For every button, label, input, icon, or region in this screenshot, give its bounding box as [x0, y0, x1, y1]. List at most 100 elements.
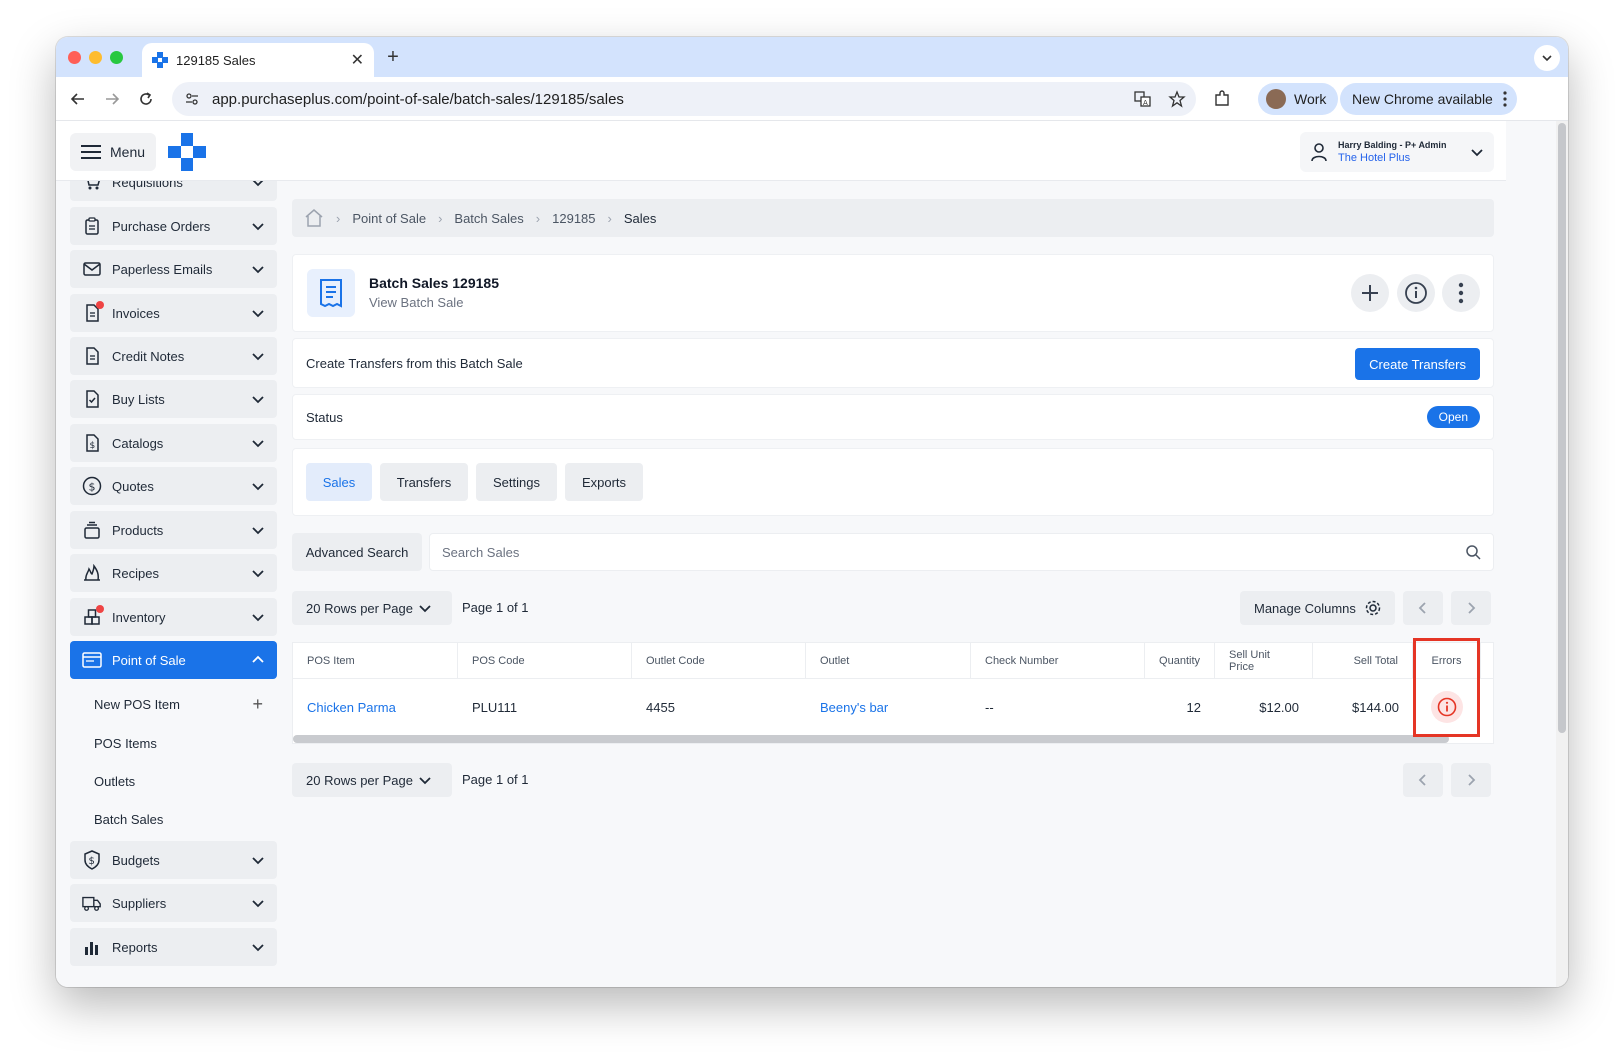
reload-icon	[140, 92, 152, 105]
sidebar-item-reports[interactable]: Reports	[70, 928, 277, 966]
sidebar-item-products[interactable]: Products	[70, 511, 277, 549]
tab-settings[interactable]: Settings	[476, 463, 557, 501]
sidebar-item-purchase-orders[interactable]: Purchase Orders	[70, 207, 277, 245]
plus-icon[interactable]: +	[252, 694, 263, 715]
purchaseplus-favicon-icon	[152, 52, 168, 68]
tab-exports[interactable]: Exports	[565, 463, 643, 501]
pos-item-link[interactable]: Chicken Parma	[307, 700, 396, 715]
status-badge: Open	[1426, 406, 1480, 428]
back-button[interactable]	[66, 87, 90, 111]
site-settings-icon[interactable]	[184, 91, 200, 107]
purchaseplus-logo-icon[interactable]	[168, 133, 206, 171]
column-header-outlet-code[interactable]: Outlet Code	[632, 643, 806, 679]
add-button[interactable]	[1351, 274, 1389, 312]
sidebar-item-budgets[interactable]: $ Budgets	[70, 841, 277, 879]
previous-page-button-bottom[interactable]	[1403, 763, 1443, 797]
rows-per-page-select[interactable]: 20 Rows per Page	[292, 591, 452, 625]
pos-icon	[82, 650, 102, 670]
breadcrumb-batch-id[interactable]: 129185	[552, 211, 595, 226]
manage-columns-label: Manage Columns	[1254, 600, 1356, 616]
browser-tab[interactable]: 129185 Sales ✕	[142, 43, 374, 77]
tab-strip: 129185 Sales ✕ +	[56, 37, 1568, 77]
chevron-down-icon	[252, 353, 264, 361]
sidebar-item-buy-lists[interactable]: Buy Lists	[70, 380, 277, 418]
chrome-update-button[interactable]: New Chrome available	[1340, 83, 1517, 115]
sidebar-item-requisitions[interactable]: Requisitions	[70, 181, 277, 201]
close-window-button[interactable]	[68, 51, 81, 64]
rows-per-page-select-bottom[interactable]: 20 Rows per Page	[292, 763, 452, 797]
sidebar-subitem-label: Outlets	[94, 773, 136, 789]
page-title: Batch Sales 129185	[369, 275, 499, 291]
column-header-outlet[interactable]: Outlet	[806, 643, 971, 679]
sidebar-subitem-pos-items[interactable]: POS Items	[94, 727, 277, 759]
extensions-button[interactable]	[1210, 87, 1234, 111]
user-icon	[1311, 143, 1327, 162]
breadcrumb-batch-sales[interactable]: Batch Sales	[454, 211, 523, 226]
sidebar-subitem-outlets[interactable]: Outlets	[94, 765, 277, 797]
pos-code-cell: PLU111	[472, 699, 518, 715]
sidebar-item-credit-notes[interactable]: Credit Notes	[70, 337, 277, 375]
next-page-button-bottom[interactable]	[1451, 763, 1491, 797]
chevron-down-icon	[252, 944, 264, 952]
info-icon	[1405, 282, 1427, 304]
forward-button[interactable]	[100, 87, 124, 111]
sidebar-subitem-batch-sales[interactable]: Batch Sales	[94, 803, 277, 835]
sidebar-item-label: Suppliers	[112, 895, 167, 911]
tab-sales[interactable]: Sales	[306, 463, 372, 501]
table-horizontal-scrollbar[interactable]	[293, 735, 1449, 743]
info-button[interactable]	[1397, 274, 1435, 312]
previous-page-button[interactable]	[1403, 591, 1443, 625]
column-header-pos-code[interactable]: POS Code	[458, 643, 632, 679]
tab-search-button[interactable]	[1534, 45, 1560, 71]
search-icon[interactable]	[1465, 544, 1481, 560]
arrow-left-icon	[70, 93, 84, 105]
outlet-code-cell: 4455	[646, 699, 675, 715]
outlet-link[interactable]: Beeny's bar	[820, 700, 888, 715]
menu-button[interactable]: Menu	[70, 133, 156, 171]
translate-icon[interactable]: A	[1134, 90, 1152, 108]
tab-close-icon[interactable]: ✕	[351, 50, 364, 70]
sidebar-subitem-new-pos-item[interactable]: New POS Item +	[94, 688, 277, 720]
sidebar-item-label: Invoices	[112, 305, 160, 321]
sidebar-item-invoices[interactable]: Invoices	[70, 294, 277, 332]
next-page-button[interactable]	[1451, 591, 1491, 625]
maximize-window-button[interactable]	[110, 51, 123, 64]
menu-label: Menu	[110, 144, 146, 160]
checklist-icon	[82, 389, 102, 409]
new-tab-icon[interactable]: +	[382, 46, 404, 69]
sidebar-item-label: Reports	[112, 939, 158, 955]
profile-button[interactable]: Work	[1258, 83, 1339, 115]
column-header-pos-item[interactable]: POS Item	[293, 643, 458, 679]
sidebar-item-recipes[interactable]: Recipes	[70, 554, 277, 592]
error-info-button[interactable]	[1431, 691, 1463, 723]
sidebar-item-paperless-emails[interactable]: Paperless Emails	[70, 250, 277, 288]
home-icon[interactable]	[304, 208, 324, 228]
sidebar-item-label: Inventory	[112, 609, 166, 625]
sidebar-item-catalogs[interactable]: $ Catalogs	[70, 424, 277, 462]
more-options-button[interactable]	[1442, 274, 1480, 312]
reload-button[interactable]	[134, 87, 158, 111]
breadcrumb-point-of-sale[interactable]: Point of Sale	[352, 211, 426, 226]
page-scrollbar[interactable]	[1558, 123, 1566, 733]
column-header-quantity[interactable]: Quantity	[1145, 643, 1215, 679]
sidebar-item-suppliers[interactable]: Suppliers	[70, 884, 277, 922]
sidebar-item-inventory[interactable]: Inventory	[70, 598, 277, 636]
user-menu[interactable]: Harry Balding - P+ Admin The Hotel Plus	[1300, 132, 1494, 172]
chevron-down-icon	[1471, 149, 1483, 157]
sidebar-item-point-of-sale[interactable]: Point of Sale	[70, 641, 277, 679]
column-header-errors[interactable]: Errors	[1413, 643, 1481, 679]
manage-columns-button[interactable]: Manage Columns	[1240, 591, 1395, 625]
column-header-sell-total[interactable]: Sell Total	[1313, 643, 1413, 679]
column-header-sell-unit-price[interactable]: Sell Unit Price	[1215, 643, 1313, 679]
minimize-window-button[interactable]	[89, 51, 102, 64]
kebab-menu-icon	[1458, 282, 1464, 304]
tab-transfers[interactable]: Transfers	[380, 463, 468, 501]
column-header-check-number[interactable]: Check Number	[971, 643, 1145, 679]
search-input[interactable]	[442, 544, 1465, 560]
advanced-search-button[interactable]: Advanced Search	[292, 533, 422, 571]
bookmark-star-icon[interactable]	[1168, 90, 1186, 108]
create-transfers-button[interactable]: Create Transfers	[1355, 348, 1480, 380]
envelope-icon	[82, 259, 102, 279]
address-bar[interactable]: app.purchaseplus.com/point-of-sale/batch…	[172, 82, 1196, 116]
sidebar-item-quotes[interactable]: $ Quotes	[70, 467, 277, 505]
